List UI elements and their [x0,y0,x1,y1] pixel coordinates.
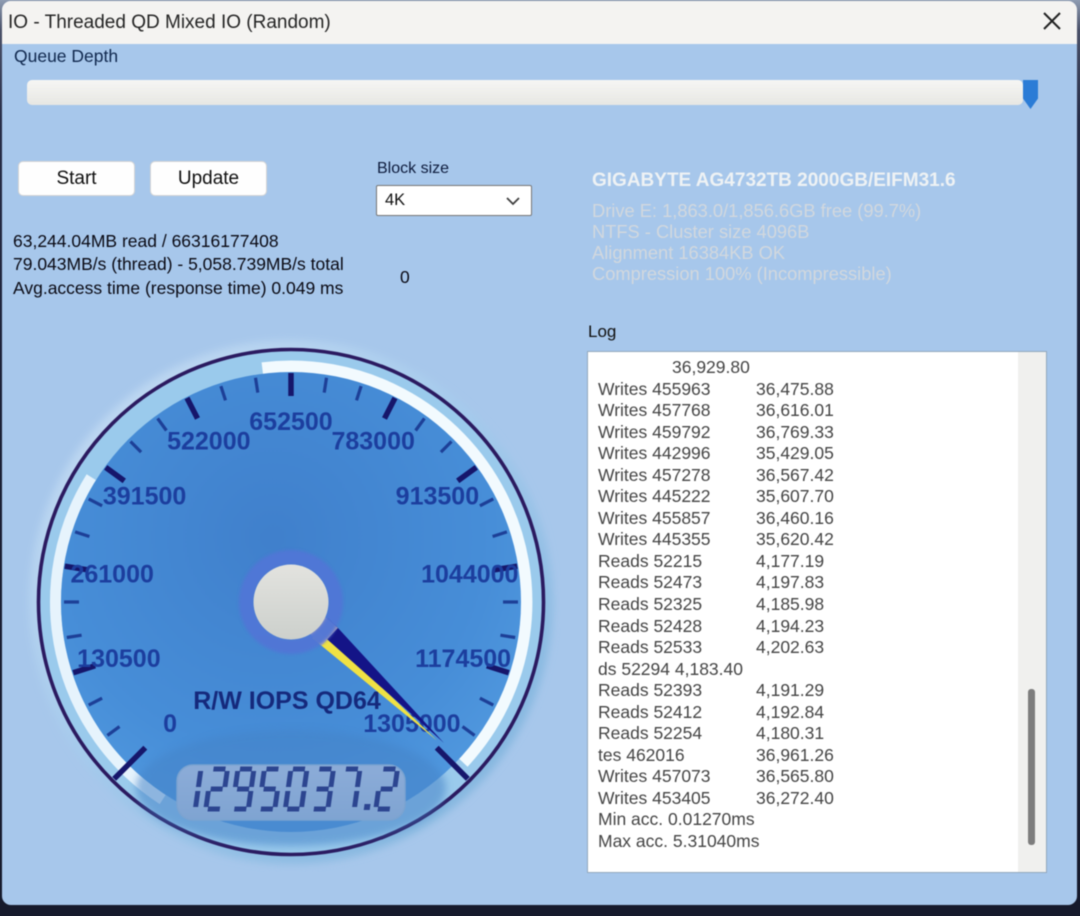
svg-text:652500: 652500 [249,408,332,436]
svg-text:261000: 261000 [70,561,153,589]
svg-text:130500: 130500 [77,645,160,673]
svg-text:0: 0 [163,710,177,738]
svg-text:913500: 913500 [396,483,479,511]
svg-text:783000: 783000 [331,428,414,456]
svg-text:R/W IOPS QD64: R/W IOPS QD64 [193,687,381,715]
svg-text:522000: 522000 [167,428,250,456]
svg-text:391500: 391500 [103,483,186,511]
svg-text:1174500: 1174500 [415,645,511,673]
svg-text:1044000: 1044000 [421,561,518,589]
